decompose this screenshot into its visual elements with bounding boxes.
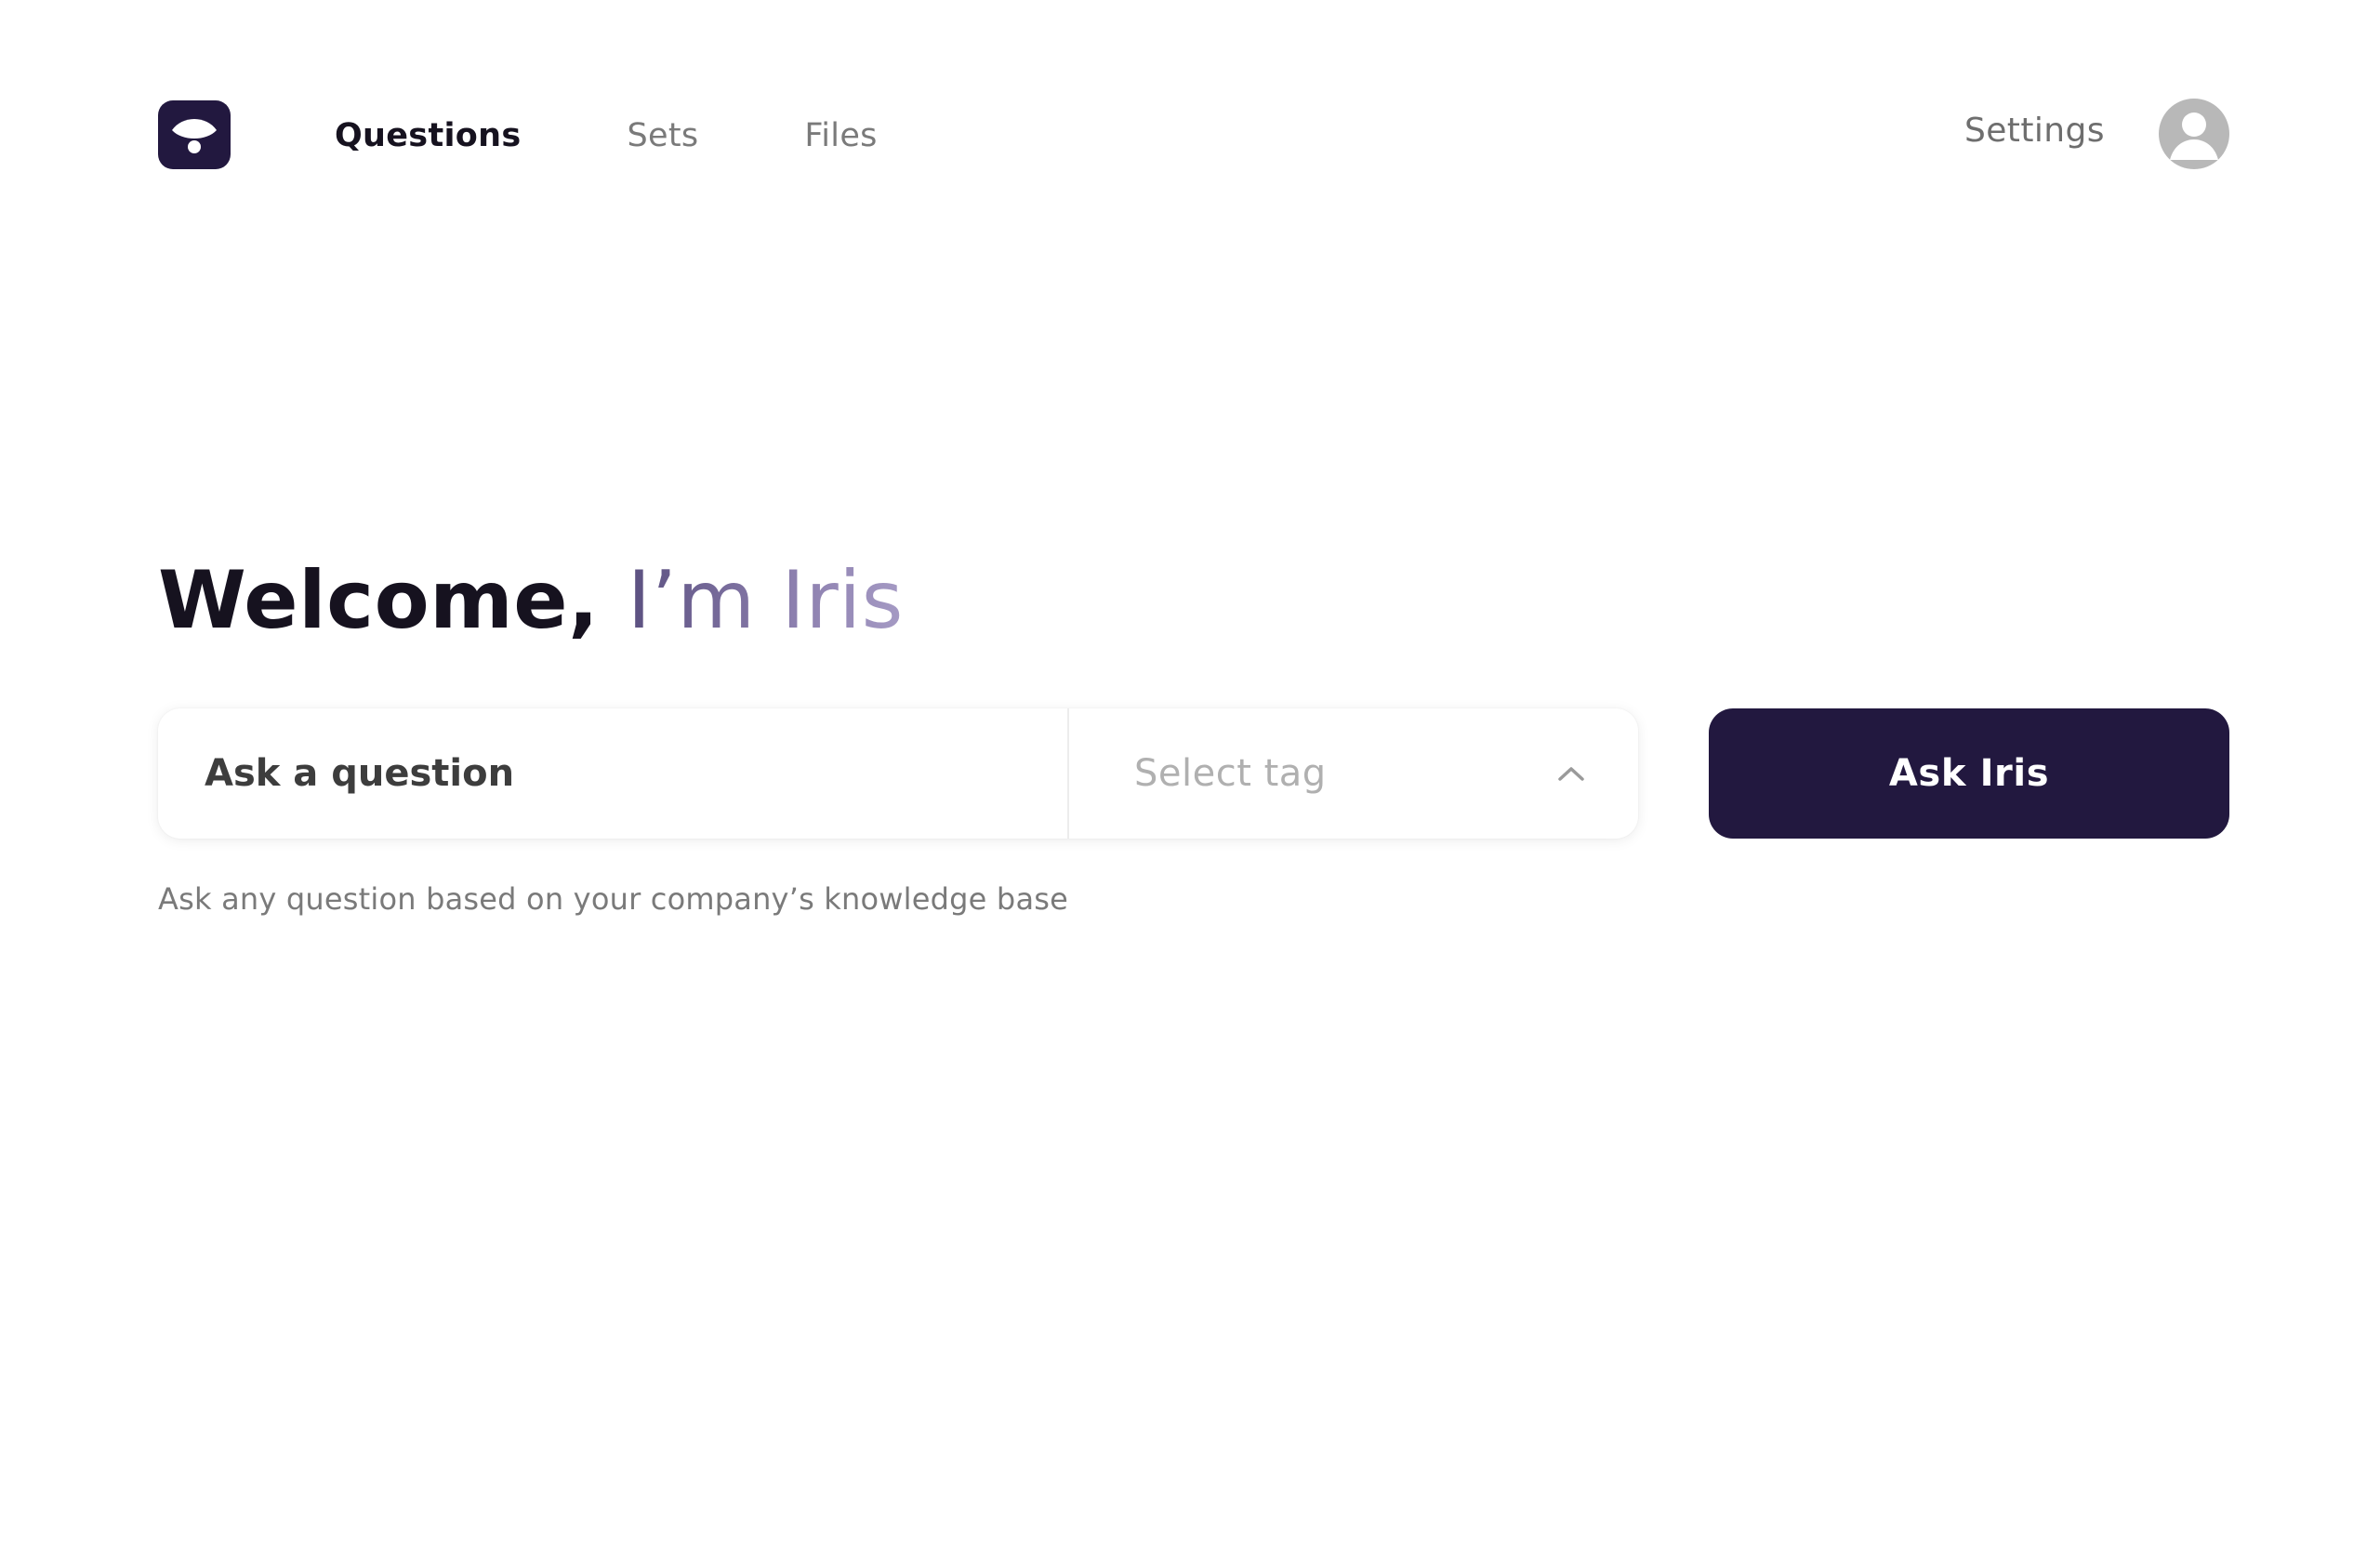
helper-text: Ask any question based on your company’s… <box>158 881 1069 917</box>
welcome-prefix: Welcome, <box>158 554 628 647</box>
welcome-heading: Welcome, I’m Iris <box>158 549 904 653</box>
main-nav: Questions Sets Files <box>335 104 878 167</box>
question-input[interactable] <box>158 708 1067 839</box>
nav-item-sets[interactable]: Sets <box>627 117 698 154</box>
app-logo[interactable] <box>158 100 231 169</box>
nav-item-questions[interactable]: Questions <box>335 117 521 154</box>
top-navigation-bar: Questions Sets Files Settings <box>0 0 2380 270</box>
question-search-box: Select tag <box>158 708 1638 839</box>
user-silhouette-icon <box>2170 112 2218 160</box>
chevron-up-icon <box>1558 767 1584 781</box>
tag-select-placeholder: Select tag <box>1134 752 1327 795</box>
welcome-name: I’m Iris <box>627 554 904 647</box>
ask-iris-button[interactable]: Ask Iris <box>1709 708 2229 839</box>
settings-link[interactable]: Settings <box>1964 112 2105 150</box>
nav-item-files[interactable]: Files <box>804 117 877 154</box>
tag-select-dropdown[interactable]: Select tag <box>1069 708 1638 839</box>
iris-eye-logo-icon <box>172 119 217 153</box>
user-avatar-icon[interactable] <box>2159 99 2229 169</box>
